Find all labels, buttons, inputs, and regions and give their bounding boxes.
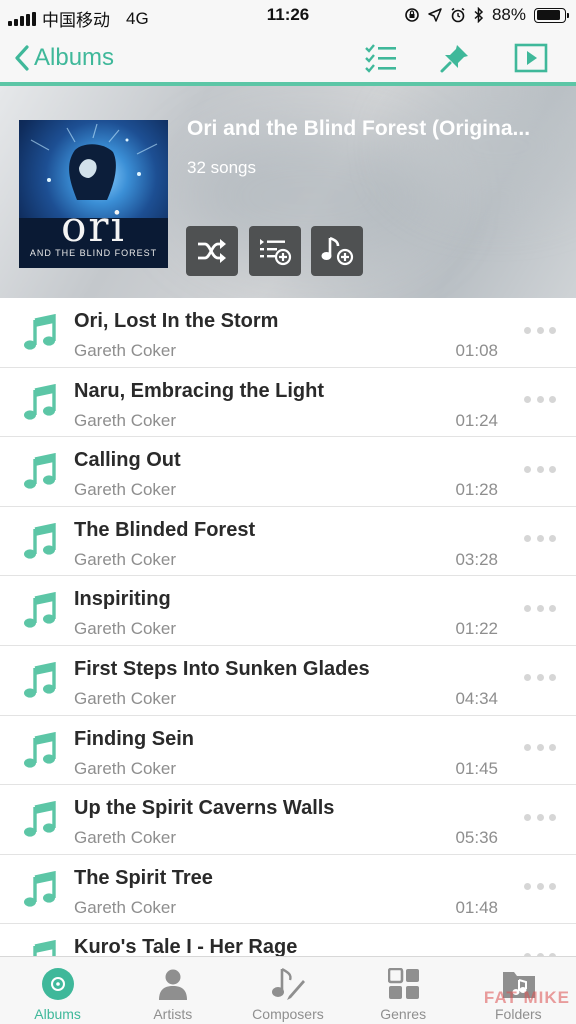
tab-albums[interactable]: Albums <box>0 957 115 1024</box>
song-row[interactable]: The Spirit Tree Gareth Coker 01:48 <box>0 855 576 925</box>
song-row[interactable]: The Blinded Forest Gareth Coker 03:28 <box>0 507 576 577</box>
artwork-subtitle: AND THE BLIND FOREST <box>29 248 158 258</box>
song-duration: 03:28 <box>455 549 498 569</box>
tab-genres[interactable]: Genres <box>346 957 461 1024</box>
pin-icon[interactable] <box>436 40 474 76</box>
song-artist: Gareth Coker <box>74 549 177 569</box>
song-artist: Gareth Coker <box>74 410 177 430</box>
song-artist: Gareth Coker <box>74 341 177 360</box>
song-duration: 01:48 <box>455 897 498 917</box>
song-artist: Gareth Coker <box>74 688 177 708</box>
add-to-playlist-button[interactable] <box>311 226 363 276</box>
alarm-icon <box>451 7 465 23</box>
more-options-button[interactable] <box>522 390 558 410</box>
song-duration: 01:45 <box>455 758 498 778</box>
song-title: Up the Spirit Caverns Walls <box>74 797 335 820</box>
more-options-button[interactable] <box>522 598 558 618</box>
more-options-button[interactable] <box>522 529 558 549</box>
song-duration: 04:34 <box>455 688 498 708</box>
song-duration: 01:28 <box>455 480 498 500</box>
song-title: Kuro's Tale I - Her Rage <box>74 936 298 956</box>
play-icon[interactable] <box>512 40 550 76</box>
music-note-icon <box>24 592 56 628</box>
song-row[interactable]: Inspiriting Gareth Coker 01:22 <box>0 576 576 646</box>
music-note-icon <box>24 522 56 559</box>
tab-label: Artists <box>153 1006 193 1022</box>
song-row[interactable]: Ori, Lost In the Storm Gareth Coker 01:08 <box>0 298 576 368</box>
song-artist: Gareth Coker <box>74 619 177 639</box>
add-to-queue-button[interactable] <box>249 226 301 276</box>
battery-icon <box>534 7 569 23</box>
album-title: Ori and the Blind Forest (Origina... <box>187 117 531 140</box>
song-row[interactable]: Naru, Embracing the Light Gareth Coker 01:… <box>0 368 576 438</box>
song-title: First Steps Into Sunken Glades <box>74 657 370 680</box>
music-note-icon <box>24 383 56 420</box>
battery-percent: 88% <box>491 5 526 24</box>
status-right: 88% <box>404 5 569 25</box>
tab-label: Albums <box>34 1006 81 1022</box>
add-to-playlist-icon <box>321 236 354 266</box>
song-artist: Gareth Coker <box>74 758 177 778</box>
more-options-button[interactable] <box>522 459 558 479</box>
song-title: The Blinded Forest <box>74 518 256 541</box>
album-artwork: ori AND THE BLIND FOREST <box>19 120 168 268</box>
song-duration: 01:24 <box>455 410 498 430</box>
song-duration: 01:08 <box>455 341 498 360</box>
music-note-icon <box>24 801 56 837</box>
music-note-icon <box>24 870 56 907</box>
song-duration: 01:22 <box>455 619 498 639</box>
tab-composers[interactable]: Composers <box>230 957 345 1024</box>
tab-artists[interactable]: Artists <box>115 957 230 1024</box>
watermark: FAT MIKE <box>483 988 570 1007</box>
shuffle-button[interactable] <box>186 226 238 276</box>
chevron-left-icon <box>15 45 29 71</box>
music-note-icon <box>24 731 56 768</box>
music-note-icon <box>24 453 56 489</box>
more-options-button[interactable] <box>522 946 558 956</box>
add-to-queue-icon <box>260 239 292 266</box>
tab-label: Genres <box>380 1006 427 1022</box>
song-artist: Gareth Coker <box>74 480 177 500</box>
orientation-lock-icon <box>405 8 419 22</box>
song-artist: Gareth Coker <box>74 897 177 917</box>
song-title: The Spirit Tree <box>74 866 213 889</box>
music-note-icon <box>24 314 56 350</box>
song-title: Ori, Lost In the Storm <box>74 310 279 332</box>
back-label: Albums <box>34 44 115 71</box>
song-count: 32 songs <box>187 158 256 177</box>
more-options-button[interactable] <box>522 877 558 897</box>
song-title: Naru, Embracing the Light <box>74 379 325 402</box>
song-row[interactable]: Kuro's Tale I - Her Rage <box>0 924 576 956</box>
song-list: Ori, Lost In the Storm Gareth Coker 01:08 N… <box>0 298 576 956</box>
person-icon <box>154 965 192 1003</box>
more-options-button[interactable] <box>522 738 558 758</box>
more-options-button[interactable] <box>522 320 558 340</box>
song-row[interactable]: Calling Out Gareth Coker 01:28 <box>0 437 576 507</box>
disc-icon <box>39 965 77 1003</box>
song-title: Finding Sein <box>74 727 194 750</box>
song-row[interactable]: Up the Spirit Caverns Walls Gareth Coker 0… <box>0 785 576 855</box>
more-options-button[interactable] <box>522 668 558 688</box>
shuffle-icon <box>198 239 226 263</box>
back-button[interactable]: Albums <box>14 40 114 76</box>
location-icon <box>428 8 442 22</box>
song-row[interactable]: First Steps Into Sunken Glades Gareth Cok… <box>0 646 576 716</box>
song-duration: 05:36 <box>455 828 498 848</box>
select-list-icon[interactable] <box>362 40 400 76</box>
song-title: Calling Out <box>74 449 181 472</box>
song-row[interactable]: Finding Sein Gareth Coker 01:45 <box>0 716 576 786</box>
tab-label: Composers <box>252 1006 324 1022</box>
artwork-title: ori <box>61 202 126 251</box>
bluetooth-icon <box>474 7 484 23</box>
music-note-icon <box>33 940 56 956</box>
navigation-bar: Albums <box>0 32 576 86</box>
song-title: Inspiriting <box>74 588 171 611</box>
composer-icon <box>269 965 307 1003</box>
grid-icon <box>385 965 423 1003</box>
more-options-button[interactable] <box>522 807 558 827</box>
music-note-icon <box>24 661 56 698</box>
tab-label: Folders <box>495 1006 542 1022</box>
status-bar: 中国移动 4G 11:26 88% <box>0 0 576 32</box>
song-artist: Gareth Coker <box>74 828 177 848</box>
